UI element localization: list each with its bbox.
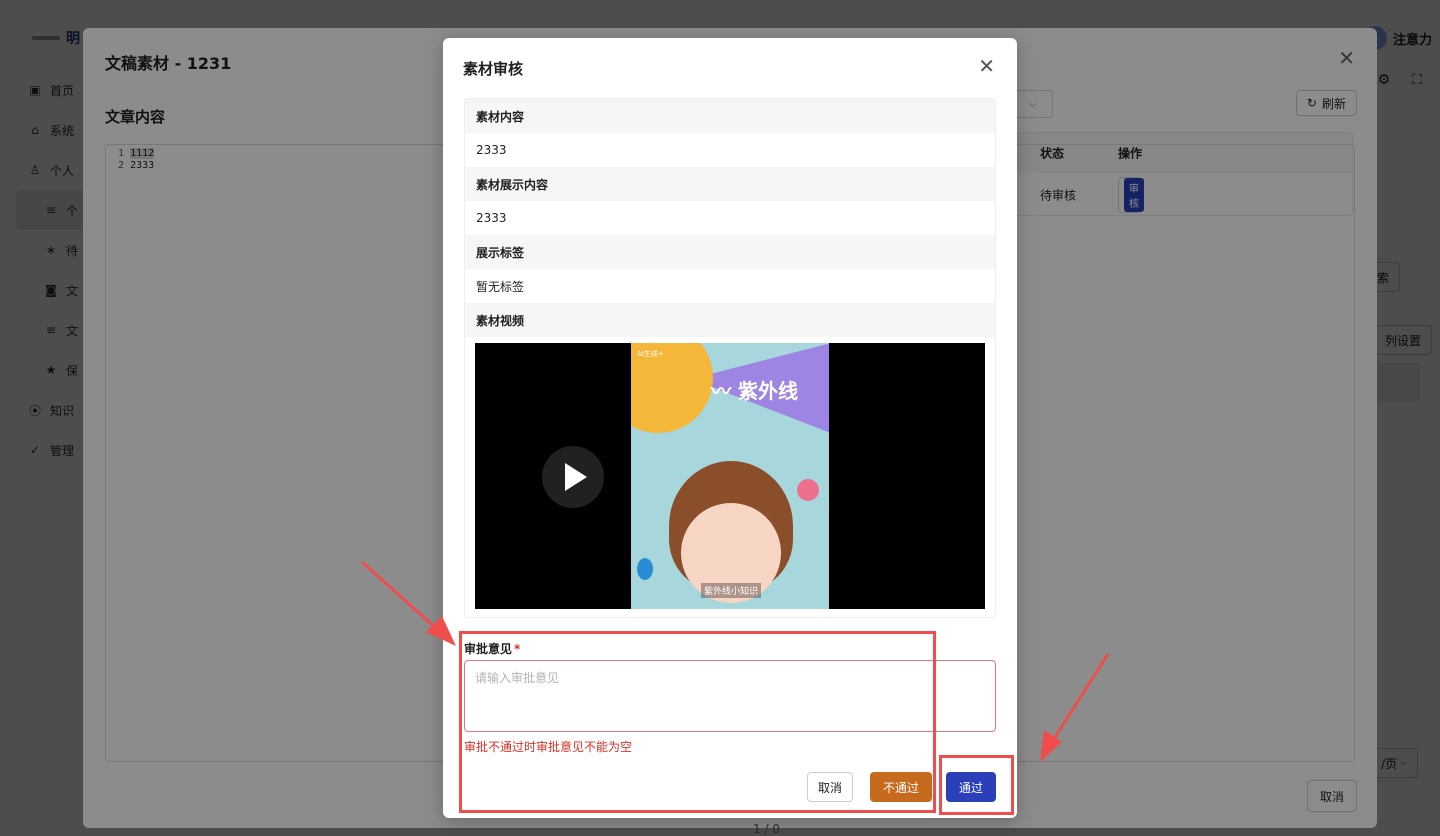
arrow-right bbox=[1040, 653, 1110, 762]
arrow-left bbox=[360, 560, 456, 646]
annotation-arrows bbox=[360, 560, 1110, 762]
